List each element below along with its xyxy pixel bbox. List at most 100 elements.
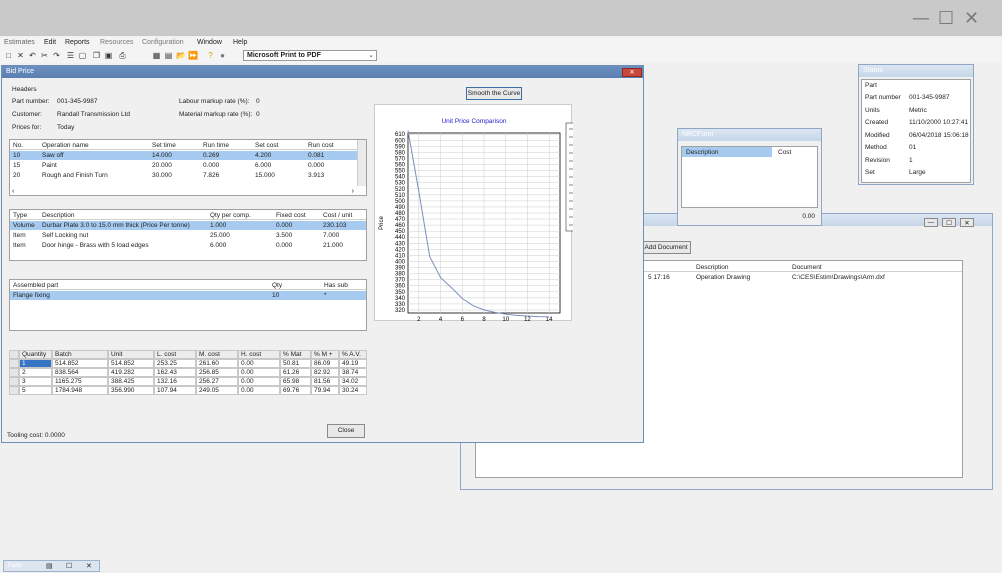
grid-cell[interactable]: 514.852: [52, 359, 108, 368]
table-row[interactable]: Item Door hinge - Brass with 5 load edges…: [10, 241, 366, 250]
list-icon[interactable]: ☰: [66, 51, 75, 60]
grid-cell[interactable]: 256.85: [196, 368, 238, 377]
close-small-icon[interactable]: ✕: [86, 562, 92, 570]
minimized-label: Parts: [8, 563, 23, 569]
grid-cell[interactable]: 1784.948: [52, 386, 108, 395]
close-icon[interactable]: ✕: [964, 8, 979, 29]
grid-cell[interactable]: 49.19: [339, 359, 367, 368]
grid-cell[interactable]: 2: [19, 368, 52, 377]
menu-window[interactable]: Window: [197, 39, 222, 46]
table-cell: 20: [13, 172, 21, 179]
save-icon[interactable]: ▣: [104, 51, 113, 60]
grid-cell[interactable]: 81.56: [311, 377, 339, 386]
print-icon[interactable]: ⎙: [118, 51, 127, 60]
minimize-icon[interactable]: —: [912, 8, 930, 29]
grid-cell[interactable]: 82.92: [311, 368, 339, 377]
forward-icon[interactable]: ⏩: [188, 51, 198, 60]
cut-icon[interactable]: ✂: [40, 51, 49, 60]
record-icon[interactable]: ●: [218, 51, 227, 60]
menu-help[interactable]: Help: [233, 39, 247, 46]
grid-cell[interactable]: 356.990: [108, 386, 154, 395]
minimized-window-tab[interactable]: Parts ▤ ☐ ✕: [3, 560, 100, 572]
grid-cell[interactable]: 79.94: [311, 386, 339, 395]
grid-cell[interactable]: 419.282: [108, 368, 154, 377]
grid-row-header[interactable]: [9, 386, 19, 395]
grid-cell[interactable]: 65.98: [280, 377, 311, 386]
table-row[interactable]: 15 Paint 20.000 0.000 6.000 0.000: [10, 161, 358, 170]
labour-markup-value: 0: [256, 98, 260, 105]
grid-cell[interactable]: 253.25: [154, 359, 196, 368]
grid-cell[interactable]: 38.74: [339, 368, 367, 377]
grid-cell[interactable]: 1165.275: [52, 377, 108, 386]
grid-cell[interactable]: 0.00: [238, 368, 280, 377]
grid-cell[interactable]: 86.09: [311, 359, 339, 368]
grid-cell[interactable]: 0.00: [238, 359, 280, 368]
doc-date: 5 17:16: [648, 274, 670, 281]
grid-cell[interactable]: 249.05: [196, 386, 238, 395]
add-document-button[interactable]: Add Document: [641, 241, 691, 254]
table-cell: Paint: [42, 162, 57, 169]
grid-cell[interactable]: 50.81: [280, 359, 311, 368]
grid-cell[interactable]: 34.02: [339, 377, 367, 386]
grid-cell[interactable]: 61.26: [280, 368, 311, 377]
delete-icon[interactable]: ✕: [16, 51, 25, 60]
menu-estimates[interactable]: Estimates: [4, 39, 35, 46]
grid-cell[interactable]: 838.564: [52, 368, 108, 377]
folder-icon[interactable]: 📂: [176, 51, 186, 60]
doc-icon[interactable]: ▢: [78, 51, 87, 60]
report-icon[interactable]: ▤: [164, 51, 173, 60]
grid-cell[interactable]: 388.425: [108, 377, 154, 386]
smooth-curve-button[interactable]: Smooth the Curve: [466, 87, 522, 100]
grid-row-header[interactable]: [9, 359, 19, 368]
new-icon[interactable]: □: [4, 51, 13, 60]
menu-reports[interactable]: Reports: [65, 39, 90, 46]
table-row[interactable]: Item Self Locking nut 25.000 3.500 7.000: [10, 231, 366, 240]
undo-icon[interactable]: ↶: [28, 51, 37, 60]
calc-icon[interactable]: ▦: [152, 51, 161, 60]
doc-restore-button[interactable]: ☐: [942, 218, 956, 227]
scroll-right-icon[interactable]: ›: [352, 188, 354, 195]
close-button[interactable]: Close: [327, 424, 365, 438]
scroll-left-icon[interactable]: ‹: [12, 188, 14, 195]
table-row[interactable]: 10 Saw off 14.000 0.269 4.200 0.081: [10, 151, 358, 160]
restore-icon[interactable]: ▤: [46, 562, 53, 570]
grid-cell[interactable]: 5: [19, 386, 52, 395]
maximize-icon[interactable]: ☐: [938, 8, 954, 29]
help-icon[interactable]: ?: [206, 51, 215, 60]
grid-cell[interactable]: 69.76: [280, 386, 311, 395]
y-tick-label: 590: [395, 144, 406, 150]
grid-column-header: % A.V.: [339, 350, 367, 359]
grid-cell[interactable]: 514.852: [108, 359, 154, 368]
ops-vscroll[interactable]: [357, 140, 366, 186]
grid-cell[interactable]: 1: [19, 359, 52, 368]
grid-cell[interactable]: 256.27: [196, 377, 238, 386]
grid-cell[interactable]: 3: [19, 377, 52, 386]
menu-configuration[interactable]: Configuration: [142, 39, 184, 46]
copy-icon[interactable]: ❐: [92, 51, 101, 60]
doc-minimize-button[interactable]: —: [924, 218, 938, 227]
menu-edit[interactable]: Edit: [44, 39, 56, 46]
table-cell: 15: [13, 162, 21, 169]
doc-close-button[interactable]: ✕: [960, 218, 974, 227]
grid-cell[interactable]: 0.00: [238, 377, 280, 386]
y-tick-label: 480: [395, 211, 406, 217]
nrc-total: 0.00: [802, 213, 815, 220]
grid-row-header[interactable]: [9, 368, 19, 377]
grid-cell[interactable]: 261.60: [196, 359, 238, 368]
table-row[interactable]: 20 Rough and Finish Turn 30.000 7.826 15.000…: [10, 171, 358, 180]
grid-cell[interactable]: 162.43: [154, 368, 196, 377]
menu-resources[interactable]: Resources: [100, 39, 133, 46]
table-row[interactable]: Volume Durbar Plate 3.0 to 15.0 mm thick …: [10, 221, 366, 230]
redo-icon[interactable]: ↷: [52, 51, 61, 60]
grid-cell[interactable]: 30.24: [339, 386, 367, 395]
grid-cell[interactable]: 132.16: [154, 377, 196, 386]
grid-cell[interactable]: 0.00: [238, 386, 280, 395]
grid-cell[interactable]: 107.94: [154, 386, 196, 395]
printer-select[interactable]: Microsoft Print to PDF ⌄: [243, 50, 377, 61]
bid-close-icon[interactable]: ✕: [622, 68, 642, 77]
table-row[interactable]: Flange fixing 10 *: [10, 291, 366, 300]
toolbar: □ ✕ ↶ ✂ ↷ ☰ ▢ ❐ ▣ ⎙ ▦ ▤ 📂 ⏩ ? ●: [0, 49, 1002, 63]
maximize-small-icon[interactable]: ☐: [66, 562, 72, 570]
app-title-bar: [0, 0, 1002, 36]
grid-row-header[interactable]: [9, 377, 19, 386]
